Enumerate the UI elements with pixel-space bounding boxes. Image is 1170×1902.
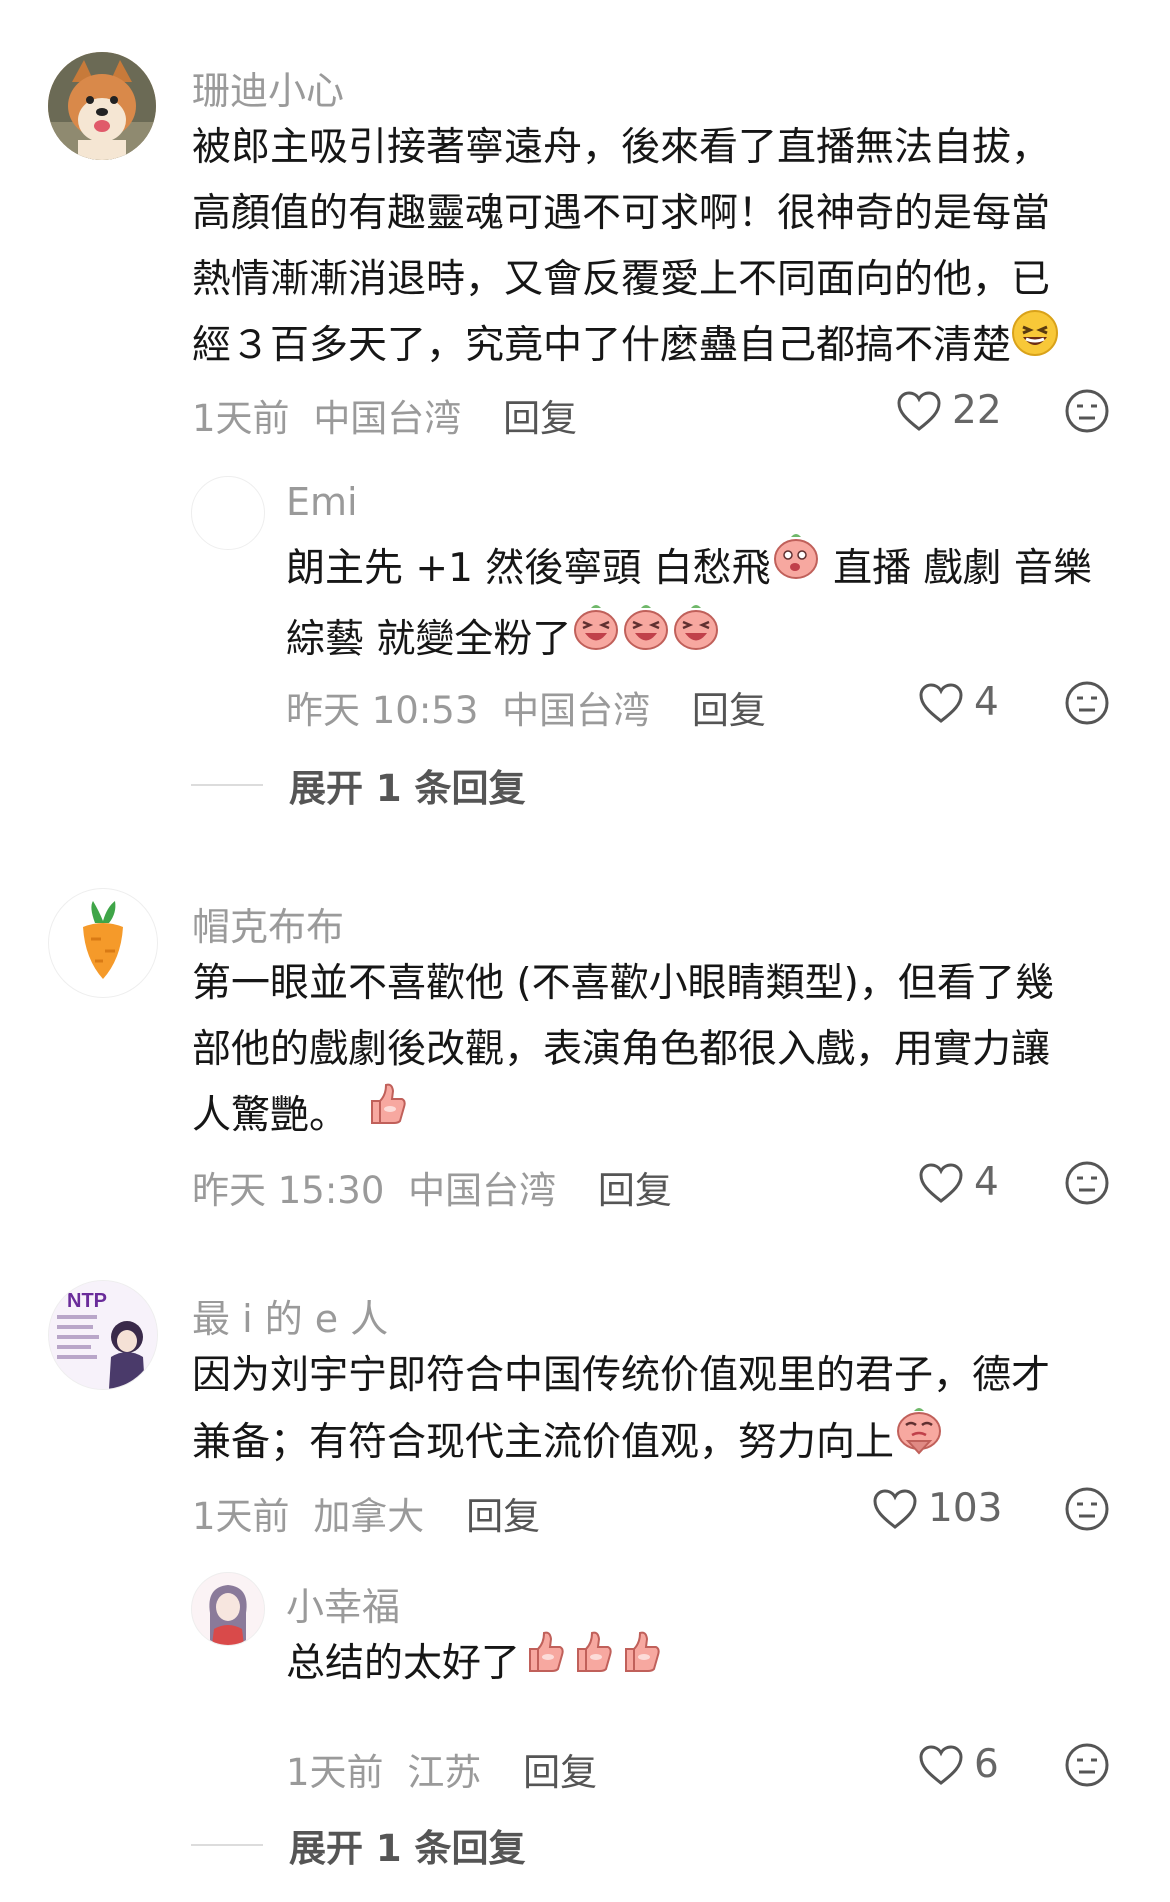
comment-meta: 1天前 中国台湾 回复 <box>192 388 577 442</box>
comment-text-line: 因为刘宇宁即符合中国传统价值观里的君子，德才 <box>192 1353 1051 1398</box>
divider-line <box>191 1844 263 1846</box>
location: 加拿大 <box>313 1495 425 1538</box>
reply-text-line: 綜藝 就變全粉了 <box>286 605 1092 677</box>
heart-icon <box>919 1162 963 1203</box>
timestamp: 1天前 <box>192 397 290 440</box>
meh-face-icon <box>1065 1743 1109 1787</box>
username[interactable]: 帽克布布 <box>192 896 344 951</box>
like-count: 22 <box>952 388 1002 433</box>
comment-text-line: 人驚艷。 <box>192 1083 1054 1152</box>
meh-face-icon <box>1065 1487 1109 1531</box>
reply-button[interactable]: 回复 <box>523 1751 597 1794</box>
reply-meta: 昨天 10:53 中国台湾 回复 <box>286 680 766 734</box>
dislike-button[interactable] <box>1064 680 1110 726</box>
meh-face-icon <box>1065 681 1109 725</box>
like-button[interactable]: 6 <box>918 1742 999 1787</box>
location: 江苏 <box>407 1751 482 1794</box>
comment-text-line: 第一眼並不喜歡他 (不喜歡小眼睛類型)，但看了幾 <box>192 961 1054 1006</box>
comment-text-line: 熱情漸漸消退時，又會反覆愛上不同面向的他，已 <box>192 257 1051 302</box>
peach-laugh-emoji-icon <box>621 602 671 673</box>
reply-username[interactable]: Emi <box>286 480 358 524</box>
thumbs-up-emoji-icon <box>568 1627 616 1696</box>
comment-text: 因为刘宇宁即符合中国传统价值观里的君子，德才 兼备；有符合现代主流价值观，努力向… <box>192 1343 1050 1480</box>
comment-text-line: 部他的戲劇後改觀，表演角色都很入戲，用實力讓 <box>192 1027 1051 1072</box>
timestamp: 1天前 <box>286 1751 384 1794</box>
thumbs-up-emoji-icon <box>520 1627 568 1696</box>
username[interactable]: 珊迪小心 <box>192 60 344 115</box>
thumbs-up-emoji-icon <box>362 1079 410 1148</box>
user-avatar[interactable]: NTP <box>48 1280 158 1390</box>
reply-text-line: 总结的太好了 <box>286 1631 664 1700</box>
reply-username[interactable]: 小幸福 <box>286 1576 400 1631</box>
like-button[interactable]: 22 <box>896 388 1002 433</box>
comment-text-line: 被郎主吸引接著寧遠舟，後來看了直播無法自拔， <box>192 125 1051 170</box>
user-avatar[interactable] <box>48 888 158 998</box>
divider-line <box>191 784 263 786</box>
carrot-avatar-icon <box>83 901 123 979</box>
shiba-dog-avatar-icon <box>48 52 156 160</box>
meh-face-icon <box>1065 389 1109 433</box>
peach-laugh-emoji-icon <box>571 602 621 673</box>
character-avatar-icon: NTP <box>49 1281 157 1389</box>
timestamp: 1天前 <box>192 1495 290 1538</box>
timestamp: 昨天 15:30 <box>192 1169 385 1212</box>
girl-avatar-icon <box>192 1573 264 1645</box>
comment-text: 被郎主吸引接著寧遠舟，後來看了直播無法自拔， 高顏值的有趣靈魂可遇不可求啊！很神… <box>192 115 1059 382</box>
like-button[interactable]: 4 <box>918 1160 999 1205</box>
reply-button[interactable]: 回复 <box>466 1495 540 1538</box>
dislike-button[interactable] <box>1064 388 1110 434</box>
expand-replies-button[interactable]: 展开 1 条回复 <box>191 1818 526 1872</box>
heart-icon <box>873 1488 917 1529</box>
reply-user-avatar[interactable] <box>191 1572 265 1646</box>
reply-text-line: 朗主先 +1 然後寧頭 白愁飛 直播 戲劇 音樂 <box>286 534 1092 606</box>
username[interactable]: 最 i 的 e 人 <box>192 1288 388 1343</box>
location: 中国台湾 <box>502 689 651 732</box>
peach-emoji-icon <box>771 531 821 602</box>
comment-text-line: 經３百多天了，究竟中了什麼蠱自己都搞不清楚 <box>192 310 1059 382</box>
thumbs-up-emoji-icon <box>616 1627 664 1696</box>
dislike-button[interactable] <box>1064 1160 1110 1206</box>
comment-text-line: 高顏值的有趣靈魂可遇不可求啊！很神奇的是每當 <box>192 191 1051 236</box>
dislike-button[interactable] <box>1064 1486 1110 1532</box>
avatar-text: NTP <box>67 1290 107 1312</box>
reply-button[interactable]: 回复 <box>692 689 766 732</box>
comment-meta: 1天前 加拿大 回复 <box>192 1486 540 1540</box>
peach-laugh-emoji-icon <box>671 602 721 673</box>
heart-icon <box>919 1744 963 1785</box>
dislike-button[interactable] <box>1064 1742 1110 1788</box>
like-count: 6 <box>974 1742 999 1787</box>
reply-text: 总结的太好了 <box>286 1631 664 1700</box>
laughing-emoji-icon <box>1011 309 1059 378</box>
like-button[interactable]: 4 <box>918 680 999 725</box>
expand-replies-label: 展开 1 条回复 <box>289 767 526 810</box>
reply-text: 朗主先 +1 然後寧頭 白愁飛 直播 戲劇 音樂 綜藝 就變全粉了 <box>286 534 1092 677</box>
reply-meta: 1天前 江苏 回复 <box>286 1742 597 1796</box>
comment-meta: 昨天 15:30 中国台湾 回复 <box>192 1160 672 1214</box>
peach-praying-emoji-icon <box>894 1405 944 1476</box>
reply-user-avatar[interactable] <box>191 476 265 550</box>
like-count: 4 <box>974 1160 999 1205</box>
comment-text: 第一眼並不喜歡他 (不喜歡小眼睛類型)，但看了幾 部他的戲劇後改觀，表演角色都很… <box>192 951 1054 1152</box>
reply-button[interactable]: 回复 <box>503 397 577 440</box>
expand-replies-label: 展开 1 条回复 <box>289 1827 526 1870</box>
timestamp: 昨天 10:53 <box>286 689 479 732</box>
heart-icon <box>919 682 963 723</box>
like-count: 103 <box>928 1486 1003 1531</box>
user-avatar[interactable] <box>48 52 156 160</box>
location: 中国台湾 <box>313 397 462 440</box>
heart-icon <box>897 390 941 431</box>
like-button[interactable]: 103 <box>872 1486 1002 1531</box>
comment-text-line: 兼备；有符合现代主流价值观，努力向上 <box>192 1408 1050 1480</box>
location: 中国台湾 <box>408 1169 557 1212</box>
meh-face-icon <box>1065 1161 1109 1205</box>
expand-replies-button[interactable]: 展开 1 条回复 <box>191 758 526 812</box>
like-count: 4 <box>974 680 999 725</box>
reply-button[interactable]: 回复 <box>598 1169 672 1212</box>
